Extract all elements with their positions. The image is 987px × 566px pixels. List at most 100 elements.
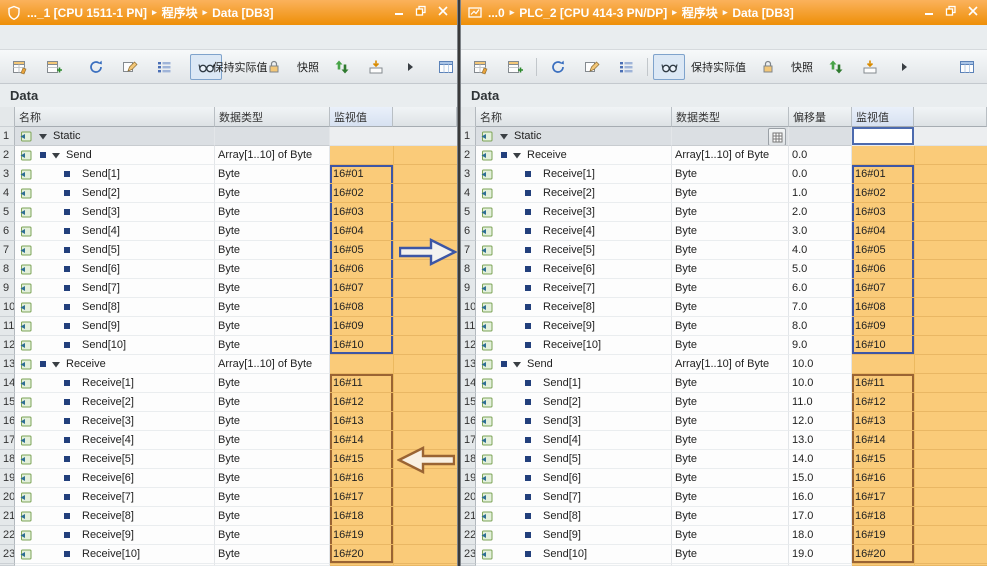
table-row[interactable]: 10 Receive[8] Byte 7.0 16#08 [461,298,987,317]
monitor-value-cell[interactable]: 16#02 [852,184,914,203]
close-button[interactable] [433,4,453,22]
freeze-button[interactable] [258,54,290,80]
monitor-all-button[interactable] [653,53,685,80]
table-row[interactable]: 17 Send[4] Byte 13.0 16#14 [461,431,987,450]
table-row[interactable]: 5 Send[3] Byte 16#03 [0,203,457,222]
table-row[interactable]: 2 Receive Array[1..10] of Byte 0.0 [461,146,987,165]
monitor-value-cell[interactable]: 16#08 [852,298,914,317]
column-header-name[interactable]: 名称 [476,107,672,127]
monitor-value-cell[interactable]: 16#04 [330,222,393,241]
modify-button[interactable] [576,54,608,80]
add-row-button[interactable] [499,54,531,80]
column-header-value[interactable]: 监视值 [330,107,393,127]
table-row[interactable]: 6 Send[4] Byte 16#04 [0,222,457,241]
expand-triangle-icon[interactable] [51,152,61,159]
table-row[interactable]: 1 Static [461,127,987,146]
more-chevron-button[interactable] [888,54,920,80]
monitor-value-cell[interactable]: 16#12 [852,393,914,412]
snapshot-button[interactable]: 快照 [292,54,324,80]
table-row[interactable]: 16 Send[3] Byte 12.0 16#13 [461,412,987,431]
table-row[interactable]: 1 Static [0,127,457,146]
keep-actual-values-button[interactable]: 保持实际值 [213,54,268,80]
monitor-value-cell[interactable]: 16#07 [852,279,914,298]
table-row[interactable]: 4 Send[2] Byte 16#02 [0,184,457,203]
table-row[interactable]: 22 Receive[9] Byte 16#19 [0,526,457,545]
table-row[interactable]: 23 Send[10] Byte 19.0 16#20 [461,545,987,564]
monitor-value-cell[interactable]: 16#14 [852,431,914,450]
expand-triangle-icon[interactable] [512,152,522,159]
refresh-values-button[interactable] [820,54,852,80]
monitor-value-cell[interactable]: 16#20 [852,545,914,564]
table-row[interactable]: 22 Send[9] Byte 18.0 16#19 [461,526,987,545]
restore-button[interactable] [411,4,431,22]
monitor-value-cell[interactable]: 16#11 [852,374,914,393]
monitor-value-cell[interactable]: 16#15 [330,450,393,469]
table-row[interactable]: 21 Send[8] Byte 17.0 16#18 [461,507,987,526]
monitor-value-cell[interactable]: 16#05 [330,241,393,260]
freeze-button[interactable] [752,54,784,80]
more-chevron-button[interactable] [394,54,426,80]
keep-actual-values-button[interactable]: 保持实际值 [687,54,750,80]
expand-triangle-icon[interactable] [38,133,48,140]
monitor-value-cell[interactable]: 16#18 [852,507,914,526]
restore-button[interactable] [941,4,961,22]
table-row[interactable]: 7 Send[5] Byte 16#05 [0,241,457,260]
table-row[interactable]: 18 Send[5] Byte 14.0 16#15 [461,450,987,469]
table-row[interactable]: 4 Receive[2] Byte 1.0 16#02 [461,184,987,203]
monitor-value-cell[interactable]: 16#17 [852,488,914,507]
modify-button[interactable] [114,54,146,80]
monitor-value-cell[interactable]: 16#08 [330,298,393,317]
table-row[interactable]: 8 Send[6] Byte 16#06 [0,260,457,279]
monitor-value-cell[interactable]: 16#13 [852,412,914,431]
expand-triangle-icon[interactable] [51,361,61,368]
monitor-value-cell[interactable]: 16#19 [330,526,393,545]
table-row[interactable]: 20 Send[7] Byte 16.0 16#17 [461,488,987,507]
monitor-value-cell[interactable]: 16#10 [330,336,393,355]
monitor-value-cell[interactable]: 16#07 [330,279,393,298]
column-header-value[interactable]: 监视值 [852,107,914,127]
open-editor-button[interactable] [951,54,983,80]
table-row[interactable]: 14 Send[1] Byte 10.0 16#11 [461,374,987,393]
table-row[interactable]: 21 Receive[8] Byte 16#18 [0,507,457,526]
minimize-button[interactable] [389,4,409,22]
table-row[interactable]: 13 Receive Array[1..10] of Byte [0,355,457,374]
close-button[interactable] [963,4,983,22]
table-row[interactable]: 15 Receive[2] Byte 16#12 [0,393,457,412]
monitor-value-cell[interactable] [852,127,914,146]
minimize-button[interactable] [919,4,939,22]
monitor-value-cell[interactable]: 16#05 [852,241,914,260]
table-row[interactable]: 19 Send[6] Byte 15.0 16#16 [461,469,987,488]
column-header-name[interactable]: 名称 [15,107,215,127]
monitor-value-cell[interactable]: 16#12 [330,393,393,412]
monitor-value-cell[interactable]: 16#20 [330,545,393,564]
table-row[interactable]: 12 Receive[10] Byte 9.0 16#10 [461,336,987,355]
reset-values-button[interactable] [80,54,112,80]
expand-list-button[interactable] [610,54,642,80]
table-row[interactable]: 2 Send Array[1..10] of Byte [0,146,457,165]
column-header-col2[interactable]: 偏移量 [789,107,852,127]
load-values-button[interactable] [360,54,392,80]
load-values-button[interactable] [854,54,886,80]
monitor-value-cell[interactable]: 16#02 [330,184,393,203]
monitor-value-cell[interactable]: 16#09 [330,317,393,336]
monitor-value-cell[interactable]: 16#14 [330,431,393,450]
table-row[interactable]: 19 Receive[6] Byte 16#16 [0,469,457,488]
table-row[interactable]: 12 Send[10] Byte 16#10 [0,336,457,355]
type-picker-button[interactable] [768,128,786,145]
snapshot-button[interactable]: 快照 [786,54,818,80]
monitor-value-cell[interactable]: 16#03 [852,203,914,222]
monitor-value-cell[interactable]: 16#06 [330,260,393,279]
monitor-value-cell[interactable]: 16#10 [852,336,914,355]
table-row[interactable]: 6 Receive[4] Byte 3.0 16#04 [461,222,987,241]
table-row[interactable]: 14 Receive[1] Byte 16#11 [0,374,457,393]
monitor-value-cell[interactable]: 16#01 [852,165,914,184]
monitor-value-cell[interactable] [852,146,914,165]
monitor-value-cell[interactable]: 16#16 [330,469,393,488]
monitor-value-cell[interactable]: 16#16 [852,469,914,488]
monitor-value-cell[interactable]: 16#11 [330,374,393,393]
monitor-value-cell[interactable]: 16#01 [330,165,393,184]
table-row[interactable]: 8 Receive[6] Byte 5.0 16#06 [461,260,987,279]
monitor-value-cell[interactable]: 16#03 [330,203,393,222]
expand-triangle-icon[interactable] [499,133,509,140]
table-row[interactable]: 10 Send[8] Byte 16#08 [0,298,457,317]
